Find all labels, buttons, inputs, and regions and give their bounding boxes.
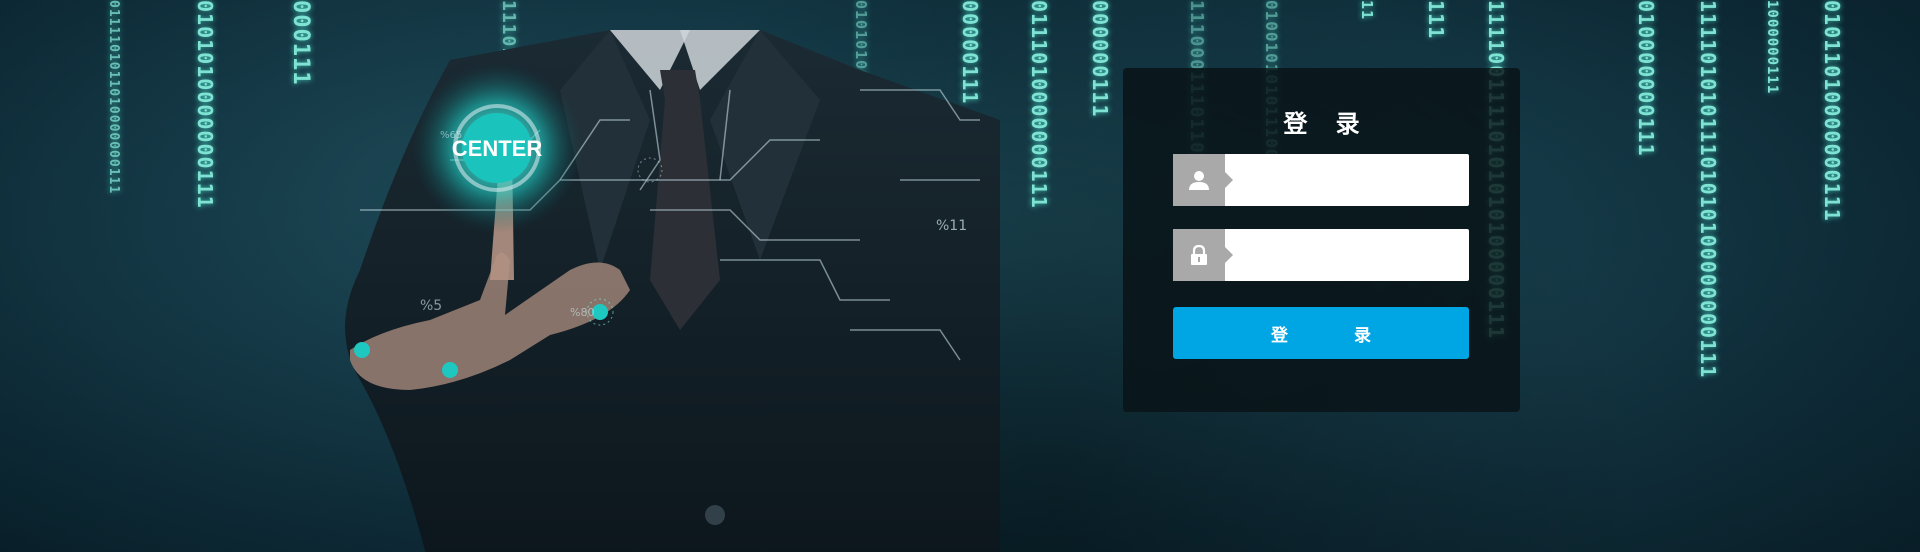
password-field[interactable] [1173, 229, 1469, 283]
binary-column: 11110101011101010100000000111 [1696, 0, 1720, 379]
binary-column: 1000000111 [1764, 0, 1780, 95]
login-panel: 登 录 登 录 [1123, 68, 1520, 412]
binary-column: 0111101011010000000111 [106, 0, 121, 195]
binary-column: 111 [1424, 0, 1448, 40]
binary-column: 01011010000000111 [1820, 0, 1844, 222]
hud-label: %65 [440, 130, 462, 141]
hud-label: %80 [570, 306, 594, 319]
binary-column: 0101010000000111 [193, 0, 217, 209]
binary-column: 000000111 [1088, 0, 1112, 118]
username-field[interactable] [1173, 154, 1469, 208]
binary-column: 11 [1358, 0, 1376, 21]
hud-label: %11 [936, 218, 967, 234]
login-page-background: 0111101011010000000111 0101010000000111 … [0, 0, 1920, 552]
login-button[interactable]: 登 录 [1173, 307, 1469, 359]
login-title: 登 录 [1283, 110, 1370, 138]
businessman-illustration: CENTER %65 %11 %80 %5 [345, 30, 1000, 552]
center-button-label: CENTER [452, 136, 543, 161]
password-input[interactable] [1235, 229, 1467, 283]
lock-icon [1173, 229, 1233, 281]
hud-label: %5 [420, 298, 442, 314]
binary-column: 0111010000000111 [1027, 0, 1051, 209]
user-icon [1173, 154, 1233, 206]
binary-column: 010000000111 [1634, 0, 1658, 157]
username-input[interactable] [1235, 154, 1467, 208]
